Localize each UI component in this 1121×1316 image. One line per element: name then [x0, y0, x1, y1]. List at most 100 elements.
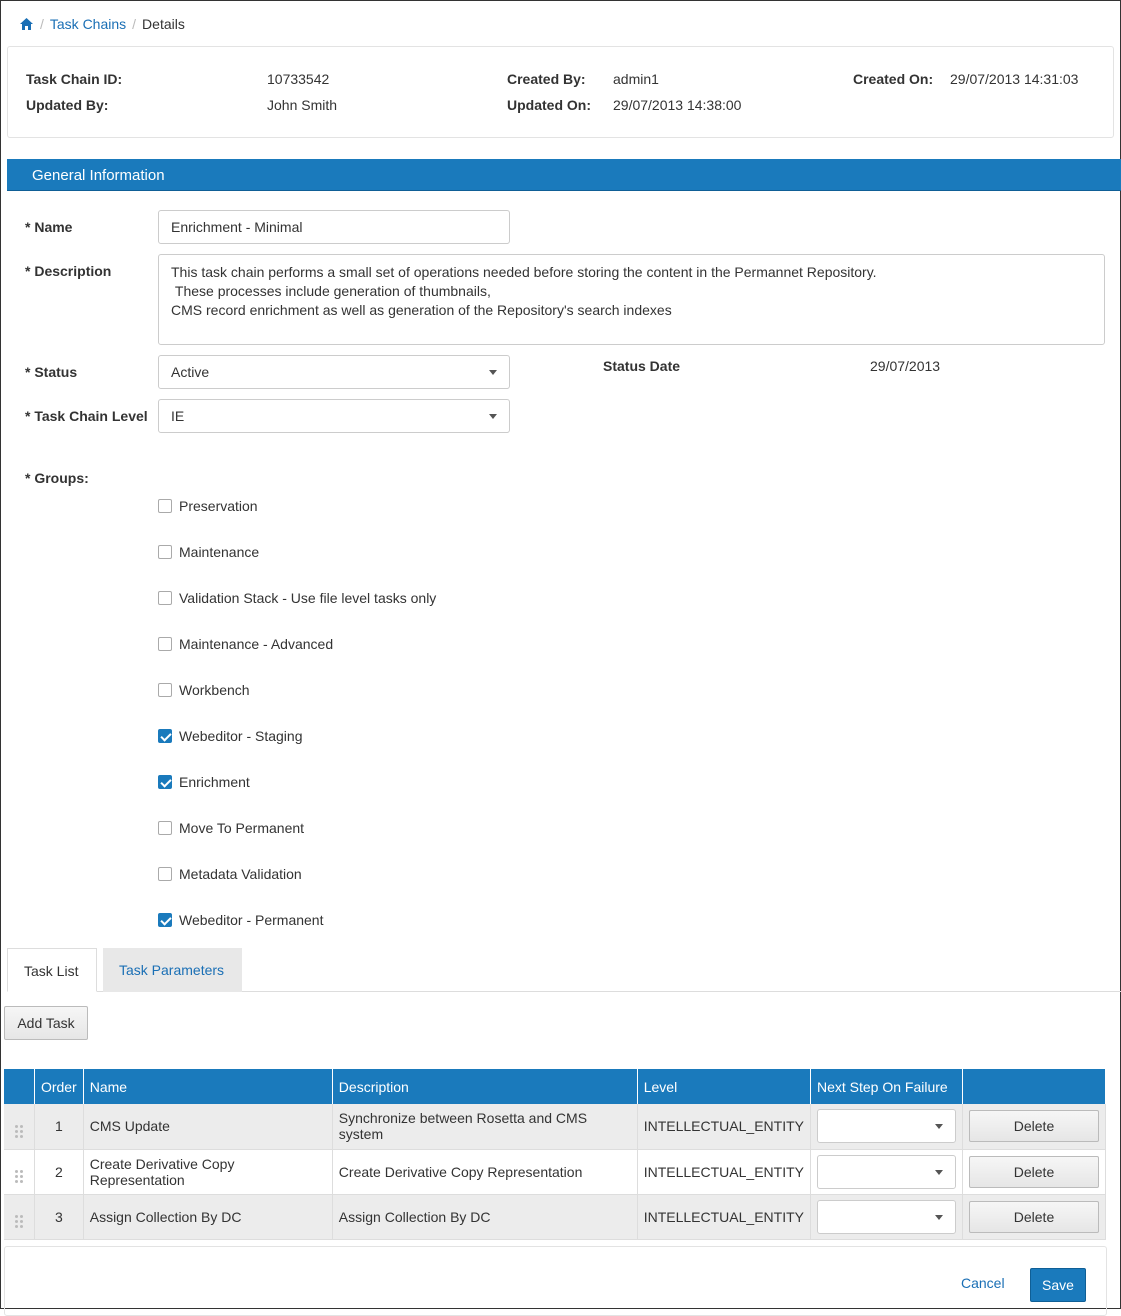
name-cell: CMS Update — [83, 1104, 333, 1150]
name-label: * Name — [25, 219, 73, 235]
status-value: Active — [171, 364, 210, 380]
updated-by-label: Updated By: — [26, 97, 109, 113]
drag-handle-icon[interactable] — [14, 1170, 23, 1183]
group-label: Enrichment — [179, 774, 250, 790]
breadcrumb-task-chains[interactable]: Task Chains — [50, 16, 126, 32]
group-label: Validation Stack - Use file level tasks … — [179, 590, 437, 606]
tab-task-parameters[interactable]: Task Parameters — [103, 948, 242, 992]
created-by-label: Created By: — [507, 71, 586, 87]
tab-task-list[interactable]: Task List — [7, 948, 97, 992]
home-icon[interactable] — [19, 17, 34, 31]
group-checkbox-item[interactable]: Maintenance - Advanced — [158, 636, 333, 652]
order-cell: 2 — [34, 1149, 84, 1195]
add-task-button[interactable]: Add Task — [4, 1006, 88, 1040]
description-cell: Assign Collection By DC — [332, 1194, 638, 1240]
chevron-down-icon — [934, 1124, 943, 1130]
col-order: Order — [34, 1069, 84, 1104]
col-name: Name — [83, 1069, 333, 1104]
table-row: 2 Create Derivative Copy Representation … — [4, 1149, 1106, 1195]
breadcrumb: / Task Chains / Details — [19, 16, 185, 32]
level-cell: INTELLECTUAL_ENTITY — [637, 1104, 811, 1150]
info-panel — [7, 46, 1114, 138]
col-actions — [962, 1069, 1106, 1104]
updated-by-value: John Smith — [267, 97, 338, 113]
drag-handle-icon[interactable] — [14, 1124, 23, 1138]
order-cell: 3 — [34, 1194, 84, 1240]
group-checkbox-item[interactable]: Move To Permanent — [158, 820, 304, 836]
group-checkbox-item[interactable]: Maintenance — [158, 544, 259, 560]
status-select[interactable]: Active — [158, 355, 510, 389]
group-label: Workbench — [179, 682, 250, 698]
checkbox[interactable] — [158, 821, 172, 835]
created-by-value: admin1 — [613, 71, 659, 87]
checkbox[interactable] — [158, 867, 172, 881]
order-cell: 1 — [34, 1104, 84, 1150]
breadcrumb-details: Details — [142, 16, 185, 32]
status-date-label: Status Date — [603, 358, 681, 374]
group-label: Maintenance — [179, 544, 260, 560]
checkbox[interactable] — [158, 913, 172, 927]
updated-on-value: 29/07/2013 14:38:00 — [613, 97, 742, 113]
description-textarea[interactable]: This task chain performs a small set of … — [158, 254, 1105, 345]
next-step-select[interactable] — [816, 1109, 956, 1144]
checkbox[interactable] — [158, 729, 172, 743]
checkbox[interactable] — [158, 545, 172, 559]
group-label: Preservation — [179, 498, 258, 514]
group-checkbox-item[interactable]: Metadata Validation — [158, 866, 302, 882]
checkbox[interactable] — [158, 775, 172, 789]
col-next-step: Next Step On Failure — [810, 1069, 964, 1104]
cancel-button[interactable]: Cancel — [961, 1275, 1005, 1291]
task-table: Order Name Description Level Next Step O… — [4, 1069, 1106, 1240]
table-row: 3 Assign Collection By DC Assign Collect… — [4, 1194, 1106, 1240]
breadcrumb-separator: / — [132, 16, 137, 32]
groups-label: * Groups: — [25, 470, 89, 486]
created-on-value: 29/07/2013 14:31:03 — [950, 71, 1079, 87]
section-header: General Information — [7, 159, 1121, 191]
save-button[interactable]: Save — [1030, 1268, 1086, 1302]
level-value: IE — [171, 408, 185, 424]
group-checkbox-item[interactable]: Workbench — [158, 682, 250, 698]
group-checkbox-item[interactable]: Enrichment — [158, 774, 250, 790]
updated-on-label: Updated On: — [507, 97, 591, 113]
task-chain-level-select[interactable]: IE — [158, 399, 510, 433]
table-row: 1 CMS Update Synchronize between Rosetta… — [4, 1104, 1106, 1150]
level-cell: INTELLECTUAL_ENTITY — [637, 1194, 811, 1240]
next-step-select[interactable] — [816, 1199, 956, 1234]
task-chain-level-label: * Task Chain Level — [25, 408, 148, 424]
col-drag — [4, 1069, 35, 1104]
next-step-select[interactable] — [816, 1154, 956, 1189]
status-label: * Status — [25, 364, 78, 380]
chevron-down-icon — [934, 1214, 943, 1220]
col-description: Description — [332, 1069, 638, 1104]
delete-button[interactable]: Delete — [969, 1200, 1099, 1233]
drag-handle-icon[interactable] — [14, 1215, 23, 1228]
group-label: Move To Permanent — [179, 820, 305, 836]
checkbox[interactable] — [158, 683, 172, 697]
delete-button[interactable]: Delete — [969, 1110, 1099, 1143]
checkbox[interactable] — [158, 637, 172, 651]
footer-bar — [4, 1246, 1107, 1316]
checkbox[interactable] — [158, 499, 172, 513]
group-label: Webeditor - Staging — [179, 728, 303, 744]
name-cell: Create Derivative Copy Representation — [83, 1149, 333, 1195]
level-cell: INTELLECTUAL_ENTITY — [637, 1149, 811, 1195]
group-checkbox-item[interactable]: Validation Stack - Use file level tasks … — [158, 590, 436, 606]
chevron-down-icon — [489, 370, 497, 375]
task-chain-id-label: Task Chain ID: — [26, 71, 123, 87]
checkbox[interactable] — [158, 591, 172, 605]
chevron-down-icon — [489, 414, 497, 419]
group-checkbox-item[interactable]: Preservation — [158, 498, 258, 514]
group-checkbox-item[interactable]: Webeditor - Permanent — [158, 912, 323, 928]
group-label: Metadata Validation — [179, 866, 302, 882]
description-label: * Description — [25, 263, 112, 279]
breadcrumb-separator: / — [40, 16, 44, 32]
created-on-label: Created On: — [853, 71, 934, 87]
group-checkbox-item[interactable]: Webeditor - Staging — [158, 728, 302, 744]
task-chain-id-value: 10733542 — [267, 71, 330, 87]
chevron-down-icon — [934, 1169, 943, 1175]
description-cell: Create Derivative Copy Representation — [332, 1149, 638, 1195]
delete-button[interactable]: Delete — [969, 1155, 1099, 1188]
group-label: Maintenance - Advanced — [179, 636, 334, 652]
description-cell: Synchronize between Rosetta and CMS syst… — [332, 1104, 638, 1150]
name-input[interactable]: Enrichment - Minimal — [158, 210, 510, 244]
